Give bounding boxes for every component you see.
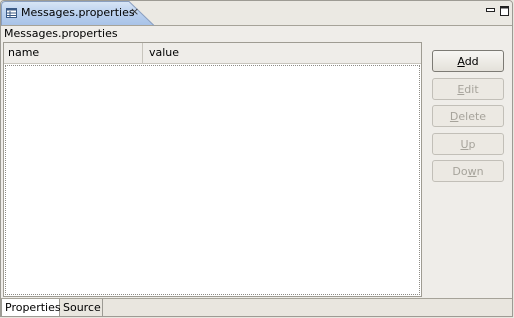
tab-properties[interactable]: Properties	[1, 299, 61, 316]
up-button[interactable]: Up	[432, 133, 504, 155]
properties-file-icon	[6, 8, 17, 18]
edit-button[interactable]: Edit	[432, 78, 504, 100]
properties-editor: Messages.properties × Messages.propertie…	[0, 0, 513, 317]
table-header: name value	[4, 43, 421, 64]
add-button-mnemonic: A	[457, 55, 465, 68]
column-header-name[interactable]: name	[4, 43, 143, 63]
column-header-value[interactable]: value	[143, 43, 421, 63]
delete-button-label-post: elete	[458, 110, 487, 123]
edit-button-label-post: dit	[464, 83, 479, 96]
maximize-icon[interactable]	[500, 6, 509, 16]
down-button-label-pre: Do	[452, 165, 468, 178]
file-name-label: Messages.properties	[4, 27, 118, 40]
table-body[interactable]	[5, 65, 420, 295]
tab-source[interactable]: Source	[60, 299, 103, 316]
down-button-mnemonic: w	[467, 165, 477, 178]
add-button[interactable]: Add	[432, 50, 504, 72]
close-icon[interactable]: ×	[130, 5, 139, 18]
minimize-icon[interactable]	[486, 6, 495, 16]
properties-table[interactable]: name value	[3, 42, 422, 297]
up-button-label-post: p	[468, 138, 476, 151]
editor-page-tabs: Properties Source	[1, 298, 512, 316]
down-button[interactable]: Down	[432, 160, 504, 182]
delete-button[interactable]: Delete	[432, 105, 504, 127]
editor-tab-title: Messages.properties	[21, 6, 135, 19]
down-button-label-post: n	[476, 165, 484, 178]
add-button-label-post: dd	[464, 55, 479, 68]
up-button-mnemonic: U	[460, 138, 469, 151]
editor-tab-strip: Messages.properties ×	[1, 1, 512, 26]
